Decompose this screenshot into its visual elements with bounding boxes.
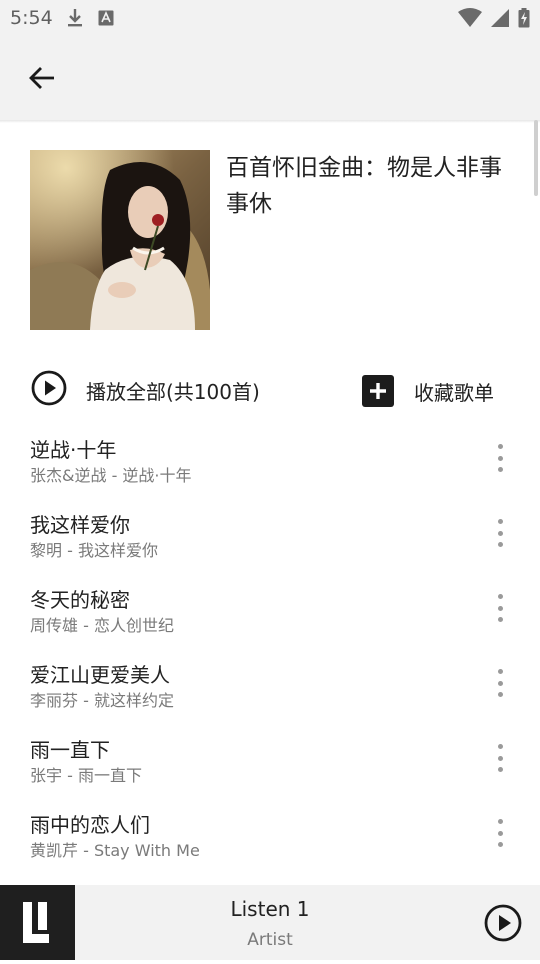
now-playing-bar[interactable]: Listen 1 Artist bbox=[0, 885, 540, 960]
now-playing-title: Listen 1 bbox=[230, 897, 310, 921]
song-title: 我这样爱你 bbox=[30, 513, 130, 537]
song-title: 逆战·十年 bbox=[30, 438, 117, 462]
player-play-button[interactable] bbox=[483, 903, 523, 947]
song-subtitle: 李丽芬 - 就这样约定 bbox=[30, 691, 174, 710]
status-icons-right bbox=[458, 8, 530, 32]
song-title: 爱江山更爱美人 bbox=[30, 663, 170, 687]
font-app-icon bbox=[98, 10, 114, 30]
plus-box-icon bbox=[362, 375, 394, 407]
song-subtitle: 张宇 - 雨一直下 bbox=[30, 766, 142, 785]
song-list: 逆战·十年 张杰&逆战 - 逆战·十年 我这样爱你 黎明 - 我这样爱你 冬天的… bbox=[0, 420, 540, 870]
cell-signal-icon bbox=[490, 8, 510, 32]
song-subtitle: 周传雄 - 恋人创世纪 bbox=[30, 616, 174, 635]
more-options-icon[interactable] bbox=[488, 744, 512, 772]
song-subtitle: 黄凯芹 - Stay With Me bbox=[30, 841, 200, 860]
battery-charging-icon bbox=[518, 8, 530, 32]
collect-playlist-button[interactable]: 收藏歌单 bbox=[362, 372, 494, 410]
song-row[interactable]: 我这样爱你 黎明 - 我这样爱你 bbox=[0, 495, 540, 570]
wifi-icon bbox=[458, 8, 482, 32]
song-subtitle: 黎明 - 我这样爱你 bbox=[30, 541, 158, 560]
app-bar-shadow bbox=[0, 120, 540, 123]
status-bar: 5:54 bbox=[0, 0, 540, 36]
song-title: 雨一直下 bbox=[30, 738, 110, 762]
song-row[interactable]: 逆战·十年 张杰&逆战 - 逆战·十年 bbox=[0, 420, 540, 495]
play-circle-icon bbox=[30, 369, 68, 411]
play-all-button[interactable]: 播放全部(共100首) bbox=[30, 370, 260, 410]
song-row[interactable]: 爱江山更爱美人 李丽芬 - 就这样约定 bbox=[0, 645, 540, 720]
app-bar bbox=[0, 36, 540, 120]
status-time: 5:54 bbox=[10, 7, 53, 29]
download-icon bbox=[66, 8, 84, 32]
song-row[interactable]: 雨一直下 张宇 - 雨一直下 bbox=[0, 720, 540, 795]
playlist-cover-image bbox=[30, 150, 210, 330]
scrollbar-thumb[interactable] bbox=[534, 120, 538, 196]
song-subtitle: 张杰&逆战 - 逆战·十年 bbox=[30, 466, 192, 485]
more-options-icon[interactable] bbox=[488, 594, 512, 622]
app-logo bbox=[0, 885, 75, 960]
now-playing-artist: Artist bbox=[247, 930, 293, 950]
song-title: 雨中的恋人们 bbox=[30, 813, 150, 837]
playlist-title: 百首怀旧金曲：物是人非事事休 bbox=[226, 155, 502, 217]
song-row[interactable]: 雨中的恋人们 黄凯芹 - Stay With Me bbox=[0, 795, 540, 870]
play-all-label: 播放全部(共100首) bbox=[86, 379, 260, 404]
more-options-icon[interactable] bbox=[488, 819, 512, 847]
status-icons-left bbox=[66, 8, 114, 32]
more-options-icon[interactable] bbox=[488, 519, 512, 547]
arrow-left-icon bbox=[28, 64, 56, 96]
more-options-icon[interactable] bbox=[488, 669, 512, 697]
collect-playlist-label: 收藏歌单 bbox=[414, 380, 494, 405]
more-options-icon[interactable] bbox=[488, 444, 512, 472]
song-row[interactable]: 冬天的秘密 周传雄 - 恋人创世纪 bbox=[0, 570, 540, 645]
play-circle-icon bbox=[483, 904, 523, 947]
song-title: 冬天的秘密 bbox=[30, 588, 130, 612]
back-button[interactable] bbox=[22, 60, 62, 100]
